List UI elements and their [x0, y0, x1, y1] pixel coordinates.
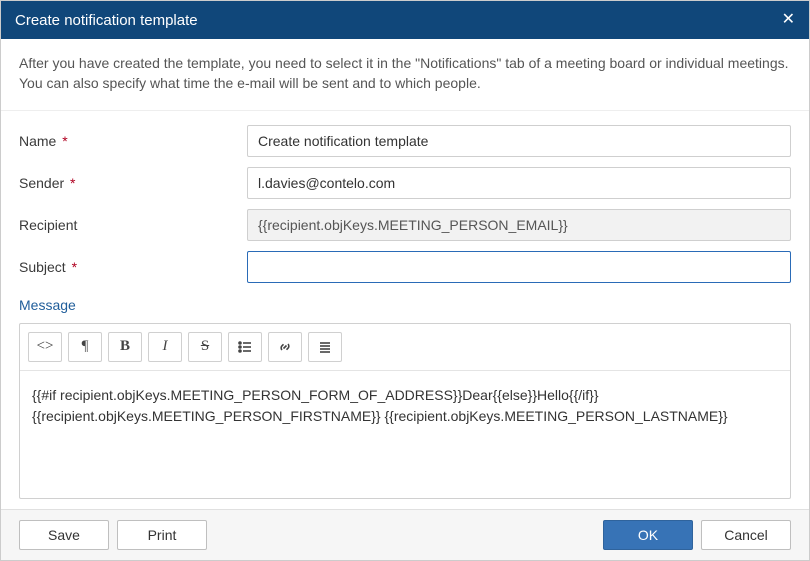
- strikethrough-button[interactable]: S: [188, 332, 222, 362]
- required-marker: *: [68, 259, 77, 275]
- message-body[interactable]: {{#if recipient.objKeys.MEETING_PERSON_F…: [20, 371, 790, 498]
- subject-label: Subject *: [19, 259, 247, 275]
- form-area: Name * Sender * Recipient Subjec: [1, 111, 809, 323]
- save-button[interactable]: Save: [19, 520, 109, 550]
- dialog-title: Create notification template: [15, 12, 198, 29]
- sender-label: Sender *: [19, 175, 247, 191]
- create-notification-dialog: Create notification template ✕ After you…: [0, 0, 810, 561]
- required-marker: *: [58, 133, 67, 149]
- recipient-label: Recipient: [19, 217, 247, 233]
- recipient-input: [247, 209, 791, 241]
- intro-text: After you have created the template, you…: [1, 39, 809, 111]
- italic-button[interactable]: I: [148, 332, 182, 362]
- justify-button[interactable]: [308, 332, 342, 362]
- bold-button[interactable]: B: [108, 332, 142, 362]
- required-marker: *: [66, 175, 75, 191]
- editor-toolbar: <> ¶ B I S: [20, 324, 790, 371]
- link-button[interactable]: [268, 332, 302, 362]
- titlebar: Create notification template ✕: [1, 1, 809, 39]
- list-icon: [237, 339, 253, 355]
- name-input[interactable]: [247, 125, 791, 157]
- align-icon: [317, 339, 333, 355]
- message-section-title: Message: [19, 297, 791, 313]
- dialog-footer: Save Print OK Cancel: [1, 509, 809, 560]
- sender-input[interactable]: [247, 167, 791, 199]
- subject-input[interactable]: [247, 251, 791, 283]
- paragraph-button[interactable]: ¶: [68, 332, 102, 362]
- bullet-list-button[interactable]: [228, 332, 262, 362]
- link-icon: [277, 339, 293, 355]
- message-editor: <> ¶ B I S {{#if recipient.objKeys.MEETI…: [19, 323, 791, 499]
- source-code-button[interactable]: <>: [28, 332, 62, 362]
- cancel-button[interactable]: Cancel: [701, 520, 791, 550]
- ok-button[interactable]: OK: [603, 520, 693, 550]
- close-icon[interactable]: ✕: [782, 12, 795, 28]
- name-label: Name *: [19, 133, 247, 149]
- print-button[interactable]: Print: [117, 520, 207, 550]
